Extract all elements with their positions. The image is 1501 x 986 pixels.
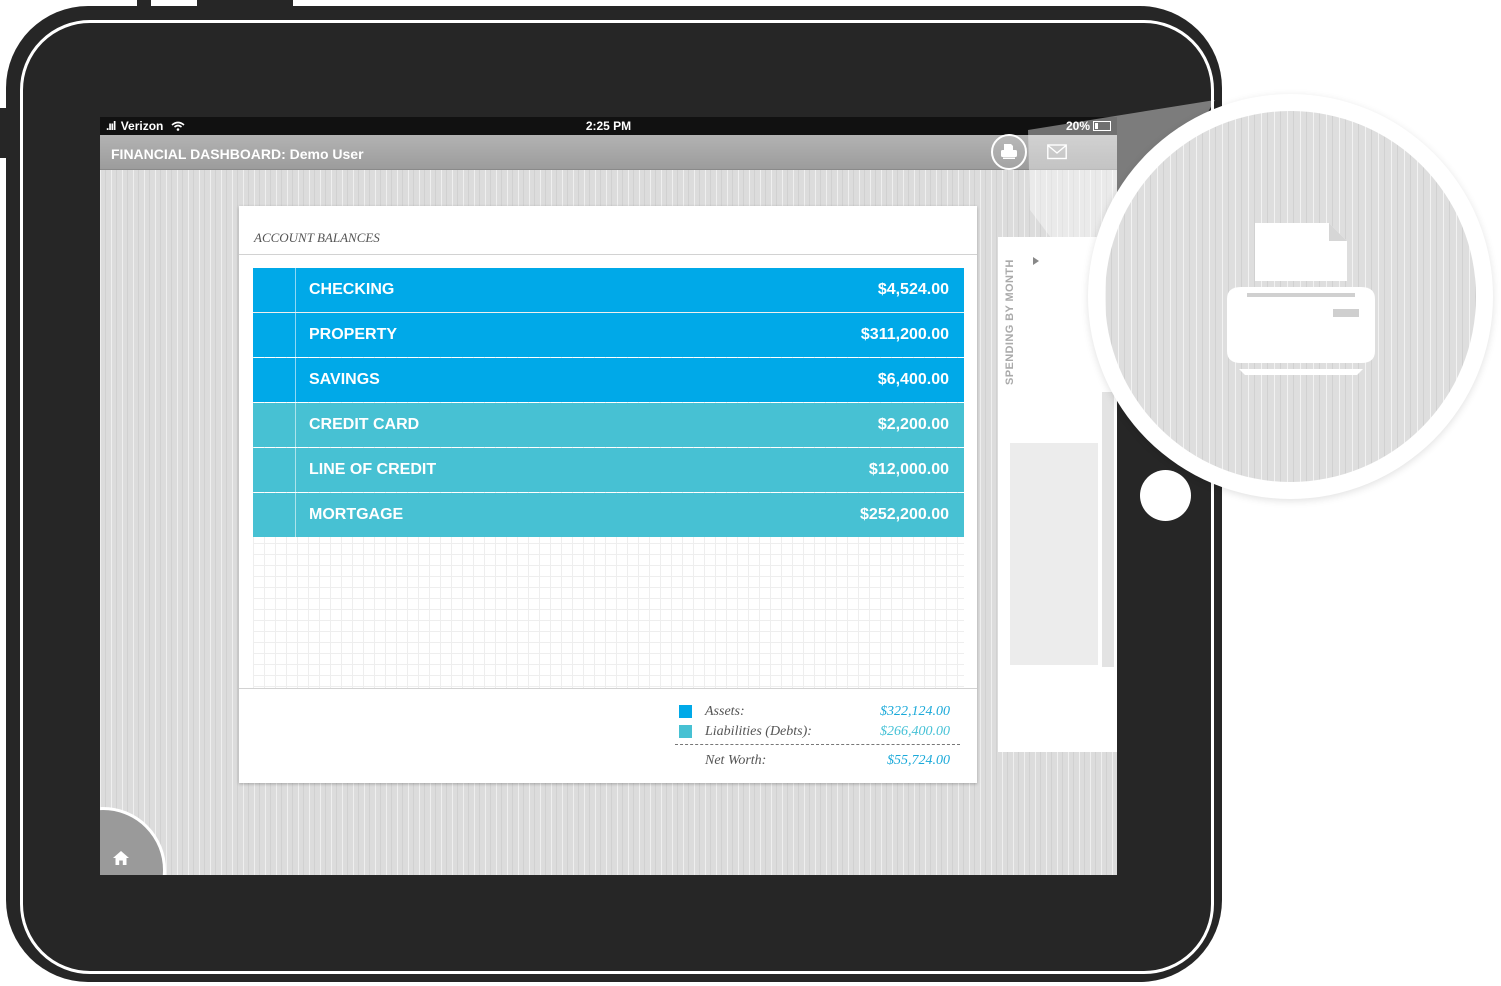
row-color-cell [253,313,296,357]
net-worth-label: Net Worth: [705,753,767,768]
status-time: 2:25 PM [585,119,632,133]
page-title: FINANCIAL DASHBOARD: Demo User [111,146,364,162]
summary-separator [675,744,960,745]
caret-right-icon[interactable] [1033,257,1039,265]
printer-zoom-callout [1088,94,1493,499]
account-amount: $252,200.00 [860,506,949,523]
account-row[interactable]: CHECKING $4,524.00 [253,268,964,312]
liabilities-value: $266,400.00 [880,724,950,739]
assets-value: $322,124.00 [880,704,950,719]
panel-title: SPENDING BY MONTH [1004,259,1016,385]
home-tab[interactable] [100,807,166,875]
status-bar: .ııl Verizon 2:25 PM 20% [100,117,1117,135]
account-row[interactable]: PROPERTY $311,200.00 [253,313,964,357]
summary-assets: Assets: $322,124.00 [675,702,960,722]
row-color-cell [253,268,296,312]
card-title: ACCOUNT BALANCES [254,230,380,245]
home-icon[interactable] [112,850,130,866]
net-worth-value: $55,724.00 [887,753,950,768]
liabilities-label: Liabilities (Debts): [705,724,812,739]
account-amount: $4,524.00 [877,281,949,298]
divider [239,254,977,255]
account-amount: $6,400.00 [877,371,949,388]
row-color-cell [253,358,296,402]
account-amount: $2,200.00 [877,416,949,433]
print-button[interactable] [991,134,1027,170]
battery-percent: 20% [1065,119,1090,133]
account-row[interactable]: CREDIT CARD $2,200.00 [253,403,964,447]
account-name: LINE OF CREDIT [309,461,437,478]
zoom-background [1105,111,1476,482]
printer-icon [1001,144,1017,159]
divider [239,688,977,689]
account-amount: $311,200.00 [860,326,949,343]
account-row[interactable]: LINE OF CREDIT $12,000.00 [253,448,964,492]
account-name: CREDIT CARD [309,416,420,433]
summary-liabilities: Liabilities (Debts): $266,400.00 [675,722,960,742]
printer-icon [1227,223,1375,375]
spending-column [1010,443,1098,665]
app-header: FINANCIAL DASHBOARD: Demo User [100,134,1117,170]
grid-background: CHECKING $4,524.00 PROPERTY $311,200.00 SAVI… [253,268,964,688]
spending-column [1102,392,1114,667]
account-row[interactable]: SAVINGS $6,400.00 [253,358,964,402]
app-screen: .ııl Verizon 2:25 PM 20% FINANCIAL DASHB… [100,117,1117,875]
account-amount: $12,000.00 [868,461,949,478]
account-name: PROPERTY [309,326,398,343]
envelope-icon[interactable] [1047,144,1067,160]
account-row[interactable]: MORTGAGE $252,200.00 [253,493,964,537]
battery: 20% [1066,119,1111,133]
row-color-cell [253,403,296,447]
account-name: SAVINGS [309,371,380,388]
liabilities-legend-swatch [679,725,692,738]
account-list: CHECKING $4,524.00 PROPERTY $311,200.00 SAVI… [253,268,964,538]
assets-legend-swatch [679,705,692,718]
battery-icon [1093,121,1111,131]
row-color-cell [253,448,296,492]
assets-label: Assets: [705,704,745,719]
account-balances-card: ACCOUNT BALANCES CHECKING $4,524.00 PROPER… [239,206,977,783]
account-name: MORTGAGE [309,506,404,523]
device-home-button[interactable] [1140,470,1191,521]
summary-net-worth: Net Worth: $55,724.00 [675,751,960,771]
row-color-cell [253,493,296,537]
balance-summary: Assets: $322,124.00 Liabilities (Debts):… [675,702,960,771]
account-name: CHECKING [309,281,395,298]
